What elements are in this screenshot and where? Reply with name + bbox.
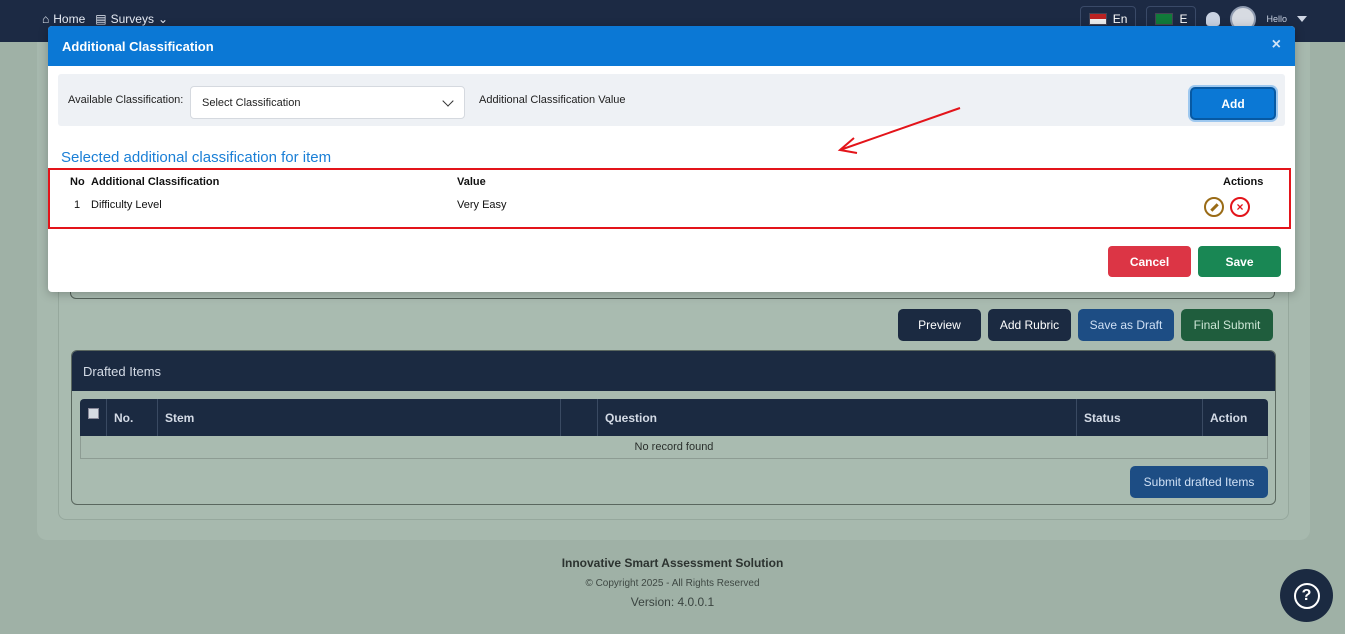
modal-title: Additional Classification	[62, 38, 214, 54]
language-label: En	[1112, 12, 1128, 26]
column-header: Action	[1210, 410, 1248, 425]
table-header: No. Stem Question Status Action	[80, 399, 1268, 436]
submit-drafted-button[interactable]: Submit drafted Items	[1130, 466, 1268, 498]
footer-version: Version: 4.0.0.1	[630, 595, 715, 609]
close-icon[interactable]: ×	[1272, 37, 1281, 53]
nav-home[interactable]: ⌂ Home	[42, 12, 85, 26]
column-header[interactable]: No.	[107, 399, 158, 436]
add-rubric-button[interactable]: Add Rubric	[988, 309, 1071, 341]
select-all-cell	[80, 399, 107, 436]
caret-down-icon[interactable]	[1297, 16, 1307, 22]
column-header[interactable]: Status	[1077, 399, 1203, 436]
column-header-no: No	[70, 176, 85, 188]
delete-icon[interactable]: ×	[1230, 197, 1250, 217]
column-header-actions: Actions	[1223, 176, 1264, 188]
save-button[interactable]: Save	[1198, 246, 1281, 277]
column-header-value: Value	[457, 176, 486, 188]
modal-header: Additional Classification ×	[48, 26, 1295, 66]
help-button[interactable]: ?	[1280, 569, 1333, 622]
footer: Innovative Smart Assessment Solution © C…	[0, 556, 1345, 609]
classification-form: Available Classification: Select Classif…	[58, 74, 1285, 126]
classification-select[interactable]: Select Classification	[190, 86, 465, 119]
greeting-text: Hello	[1266, 13, 1287, 24]
language2-label: E	[1179, 12, 1188, 26]
annotation-arrow-icon	[837, 107, 961, 154]
drafted-items-panel: Drafted Items No. Stem Question Status A…	[71, 350, 1276, 505]
row-value: Very Easy	[457, 199, 507, 211]
classification-select-value: Select Classification	[202, 96, 301, 109]
column-header-classification: Additional Classification	[91, 176, 220, 188]
section-title: Selected additional classification for i…	[61, 149, 332, 166]
classification-value-label: Additional Classification Value	[479, 94, 626, 106]
column-header[interactable]: Question	[598, 399, 1077, 436]
column-header	[561, 399, 598, 436]
select-all-checkbox[interactable]	[88, 408, 99, 419]
nav-surveys-label: Surveys	[110, 12, 154, 26]
drafted-items-table: No. Stem Question Status Action No recor…	[80, 399, 1268, 459]
nav-surveys[interactable]: ▤ Surveys ⌄	[95, 12, 168, 26]
save-draft-button[interactable]: Save as Draft	[1078, 309, 1174, 341]
row-classification: Difficulty Level	[91, 199, 162, 211]
home-icon: ⌂	[42, 12, 50, 26]
add-button[interactable]: Add	[1190, 87, 1276, 120]
cancel-button[interactable]: Cancel	[1108, 246, 1191, 277]
footer-brand: Innovative Smart Assessment Solution	[561, 556, 784, 570]
footer-copyright: © Copyright 2025 - All Rights Reserved	[585, 578, 760, 589]
chevron-down-icon: ⌄	[157, 12, 169, 26]
question-icon: ?	[1293, 582, 1320, 609]
drafted-items-title: Drafted Items	[72, 351, 1275, 391]
selected-classification-table: No Additional Classification Value Actio…	[48, 168, 1291, 229]
available-classification-label: Available Classification:	[68, 94, 184, 106]
nav-home-label: Home	[53, 12, 86, 26]
bell-icon[interactable]	[1206, 12, 1221, 26]
column-header[interactable]: Stem	[158, 399, 561, 436]
preview-button[interactable]: Preview	[898, 309, 981, 341]
chevron-down-icon	[442, 95, 454, 107]
survey-icon: ▤	[95, 12, 107, 26]
edit-icon[interactable]	[1204, 197, 1224, 217]
flag-icon	[1088, 13, 1107, 25]
final-submit-button[interactable]: Final Submit	[1181, 309, 1273, 341]
empty-row: No record found	[80, 436, 1268, 459]
flag-icon	[1155, 13, 1174, 25]
row-no: 1	[74, 199, 81, 211]
top-nav: ⌂ Home ▤ Surveys ⌄	[42, 12, 168, 26]
additional-classification-modal: Additional Classification × Available Cl…	[48, 26, 1295, 292]
